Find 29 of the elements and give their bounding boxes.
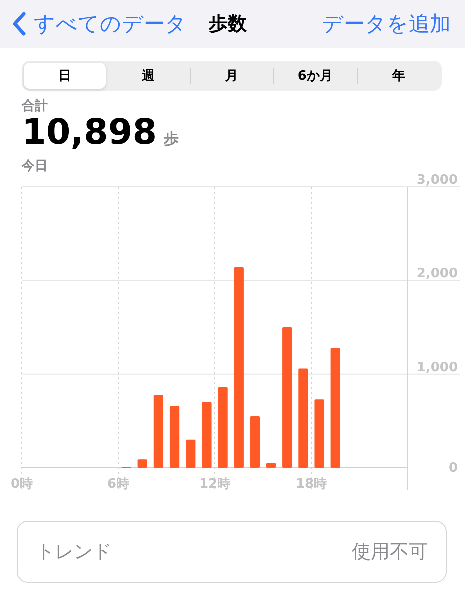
- step-bar: [170, 406, 180, 468]
- y-axis-label: 3,000: [416, 173, 458, 188]
- y-axis-label: 0: [448, 461, 458, 476]
- step-bar: [250, 416, 260, 468]
- period-tab[interactable]: 月: [190, 63, 274, 89]
- step-bar: [266, 463, 276, 468]
- back-chevron-icon: [12, 12, 26, 36]
- period-tab[interactable]: 日: [24, 63, 106, 89]
- x-axis-label: 0時: [10, 477, 34, 492]
- x-axis-label: 6時: [107, 477, 130, 492]
- total-label: 合計: [22, 98, 49, 115]
- x-axis-label: 12時: [199, 477, 231, 492]
- step-bar: [202, 402, 212, 468]
- step-bar: [314, 400, 324, 468]
- period-tab[interactable]: 6か月: [274, 63, 357, 89]
- period-tab[interactable]: 年: [358, 63, 440, 89]
- date-label: 今日: [22, 158, 49, 175]
- step-bar: [138, 460, 148, 468]
- total-value: 10,898: [22, 115, 158, 151]
- y-axis-label: 1,000: [416, 360, 458, 376]
- step-bar: [186, 440, 196, 468]
- x-axis-label: 18時: [296, 477, 328, 492]
- unit-label: 歩: [164, 130, 180, 149]
- page-title: 歩数: [209, 12, 247, 37]
- period-tab[interactable]: 週: [107, 63, 190, 89]
- add-data-link[interactable]: データを追加: [322, 10, 451, 38]
- trend-label: トレンド: [36, 540, 112, 565]
- y-axis-label: 2,000: [416, 266, 458, 282]
- trend-value: 使用不可: [352, 540, 428, 565]
